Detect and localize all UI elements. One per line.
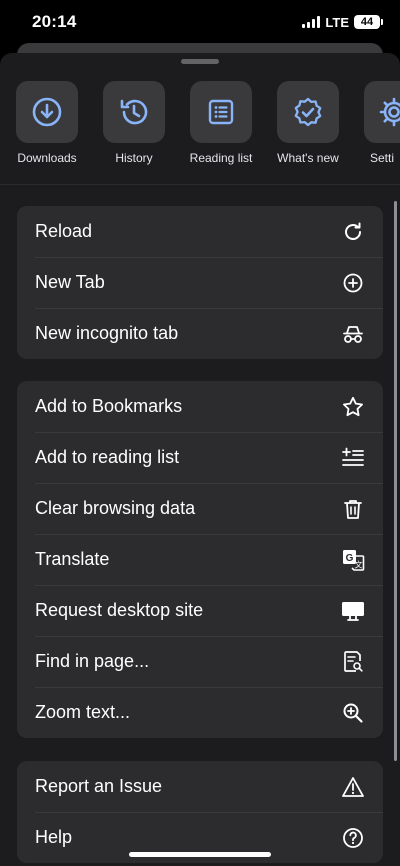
status-bar: 20:14 LTE 44 bbox=[0, 0, 400, 44]
menu-item-translate[interactable]: Translate G文 bbox=[17, 534, 383, 585]
menu-item-reload[interactable]: Reload bbox=[17, 206, 383, 257]
quick-action-reading-list[interactable]: Reading list bbox=[190, 81, 252, 165]
menu-item-request-desktop-site[interactable]: Request desktop site bbox=[17, 585, 383, 636]
quick-action-settings[interactable]: Setti bbox=[364, 81, 400, 165]
warning-icon bbox=[341, 775, 365, 799]
quick-action-label: Reading list bbox=[189, 151, 253, 165]
menu-group-page-actions: Add to Bookmarks Add to reading list Cle… bbox=[17, 381, 383, 738]
download-icon bbox=[16, 81, 78, 143]
battery-icon: 44 bbox=[354, 15, 383, 29]
reading-list-icon bbox=[190, 81, 252, 143]
menu-item-new-tab[interactable]: New Tab bbox=[17, 257, 383, 308]
menu-item-label: Translate bbox=[35, 549, 110, 569]
cellular-signal-icon bbox=[302, 16, 321, 28]
status-time: 20:14 bbox=[32, 12, 77, 31]
whats-new-icon bbox=[277, 81, 339, 143]
menu-item-find-in-page[interactable]: Find in page... bbox=[17, 636, 383, 687]
zoom-in-icon bbox=[341, 701, 365, 725]
star-icon bbox=[341, 395, 365, 419]
incognito-icon bbox=[341, 322, 365, 346]
quick-action-downloads[interactable]: Downloads bbox=[16, 81, 78, 165]
menu-item-label: Report an Issue bbox=[35, 776, 163, 796]
help-icon bbox=[341, 826, 365, 850]
history-icon bbox=[103, 81, 165, 143]
quick-actions-row: Downloads History Reading list What's ne… bbox=[16, 81, 400, 165]
quick-action-whats-new[interactable]: What's new bbox=[277, 81, 339, 165]
section-divider bbox=[0, 184, 400, 185]
quick-action-label: What's new bbox=[277, 151, 339, 165]
menu-item-label: New incognito tab bbox=[35, 323, 179, 343]
translate-icon: G文 bbox=[341, 548, 365, 572]
menu-item-label: Clear browsing data bbox=[35, 498, 196, 518]
menu-group-navigation: Reload New Tab New incognito tab bbox=[17, 206, 383, 359]
menu-item-label: Find in page... bbox=[35, 651, 150, 671]
menu-item-report-an-issue[interactable]: Report an Issue bbox=[17, 761, 383, 812]
quick-action-history[interactable]: History bbox=[103, 81, 165, 165]
add-reading-list-icon bbox=[341, 446, 365, 470]
svg-text:文: 文 bbox=[355, 559, 363, 569]
trash-icon bbox=[341, 497, 365, 521]
menu-sheet: Downloads History Reading list What's ne… bbox=[0, 53, 400, 866]
settings-icon bbox=[364, 81, 400, 143]
find-in-page-icon bbox=[341, 650, 365, 674]
menu-item-label: New Tab bbox=[35, 272, 105, 292]
reload-icon bbox=[341, 220, 365, 244]
sheet-grabber[interactable] bbox=[181, 59, 219, 64]
battery-level: 44 bbox=[360, 16, 374, 28]
status-indicators: LTE 44 bbox=[302, 14, 383, 30]
quick-action-label: Downloads bbox=[17, 151, 77, 165]
quick-action-label: History bbox=[115, 151, 153, 165]
menu-item-label: Add to Bookmarks bbox=[35, 396, 183, 416]
menu-item-label: Add to reading list bbox=[35, 447, 180, 467]
menu-item-zoom-text[interactable]: Zoom text... bbox=[17, 687, 383, 738]
menu-item-label: Zoom text... bbox=[35, 702, 131, 722]
scrollbar[interactable] bbox=[394, 201, 397, 761]
home-indicator[interactable] bbox=[129, 852, 271, 857]
menu-group-support: Report an Issue Help bbox=[17, 761, 383, 863]
menu-item-new-incognito-tab[interactable]: New incognito tab bbox=[17, 308, 383, 359]
quick-action-label: Setti bbox=[370, 151, 395, 165]
menu-item-label: Request desktop site bbox=[35, 600, 204, 620]
svg-text:G: G bbox=[346, 553, 354, 564]
menu-item-label: Reload bbox=[35, 221, 93, 241]
menu-item-add-to-reading-list[interactable]: Add to reading list bbox=[17, 432, 383, 483]
plus-circle-icon bbox=[341, 271, 365, 295]
menu-item-clear-browsing-data[interactable]: Clear browsing data bbox=[17, 483, 383, 534]
menu-item-add-to-bookmarks[interactable]: Add to Bookmarks bbox=[17, 381, 383, 432]
network-type: LTE bbox=[325, 14, 349, 30]
menu-item-label: Help bbox=[35, 827, 73, 847]
desktop-icon bbox=[341, 599, 365, 623]
